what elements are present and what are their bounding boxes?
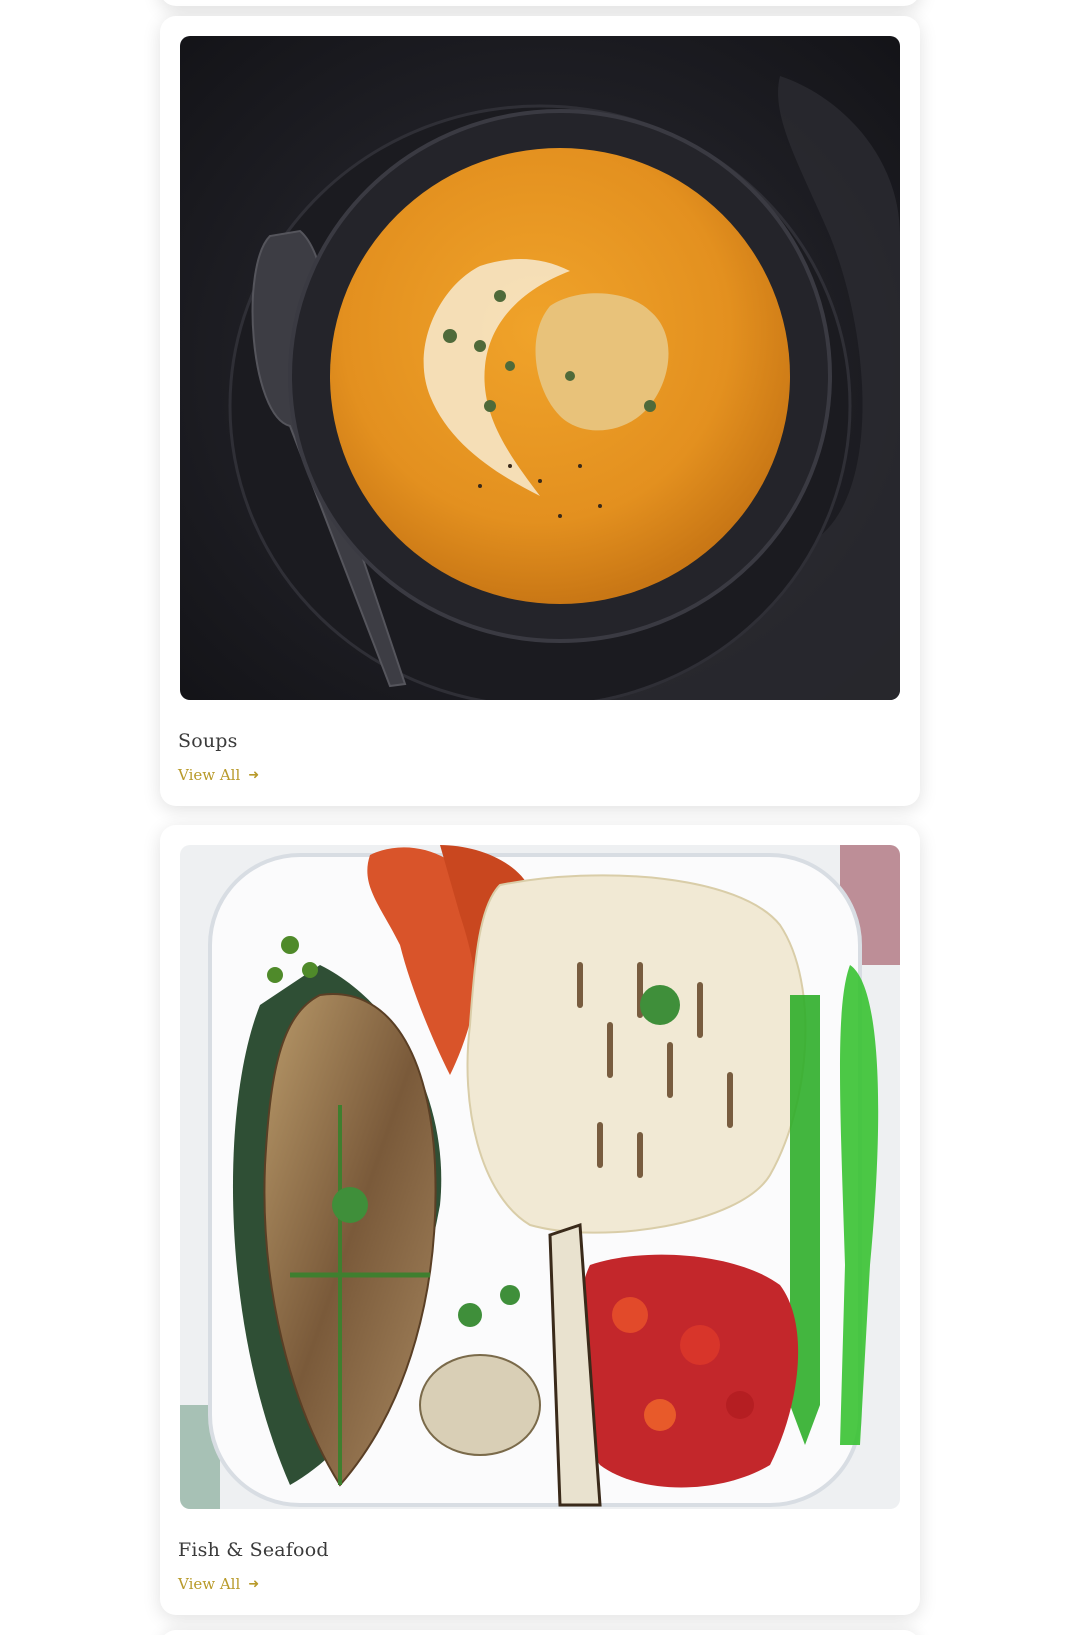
view-all-link[interactable]: View All ➜ — [178, 766, 259, 784]
category-title: Soups — [178, 730, 238, 752]
fish-seafood-image[interactable] — [180, 845, 900, 1509]
category-card-soups[interactable]: Soups View All ➜ — [160, 16, 920, 806]
category-list-page: Soups View All ➜ Fish & Seafood View All… — [0, 0, 1080, 1635]
next-category-card[interactable] — [160, 1630, 920, 1635]
view-all-label: View All — [178, 1575, 241, 1593]
category-title: Fish & Seafood — [178, 1539, 329, 1561]
soups-image[interactable] — [180, 36, 900, 700]
previous-category-card[interactable] — [160, 0, 920, 6]
arrow-right-icon: ➜ — [248, 767, 260, 783]
arrow-right-icon: ➜ — [248, 1576, 260, 1592]
view-all-link[interactable]: View All ➜ — [178, 1575, 259, 1593]
view-all-label: View All — [178, 766, 241, 784]
category-card-fish-seafood[interactable]: Fish & Seafood View All ➜ — [160, 825, 920, 1615]
